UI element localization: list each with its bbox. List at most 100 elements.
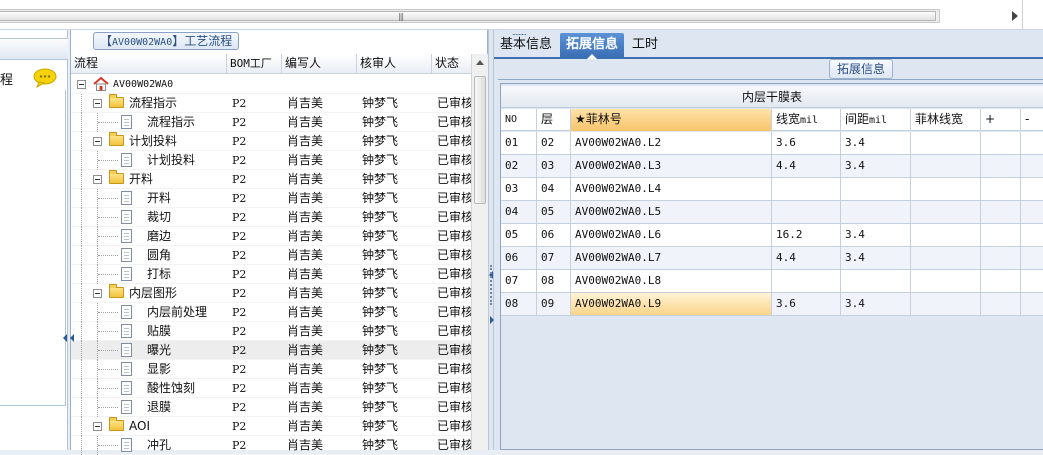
- add-cell[interactable]: [981, 132, 1021, 154]
- tree-row[interactable]: 酸性蚀刻 P2 肖吉美 钟梦飞 已审核: [71, 379, 471, 398]
- no-cell[interactable]: 01: [501, 132, 537, 154]
- spacing-cell[interactable]: 3.4: [841, 247, 911, 269]
- horizontal-scroll-thumb[interactable]: |||: [0, 11, 936, 21]
- film-no-cell[interactable]: AV00W02WA0.L2: [571, 132, 772, 154]
- add-cell[interactable]: [981, 201, 1021, 223]
- tree-row[interactable]: 开料 P2 肖吉美 钟梦飞 已审核: [71, 189, 471, 208]
- tree-row[interactable]: 流程指示 P2 肖吉美 钟梦飞 已审核: [71, 113, 471, 132]
- scroll-right-arrow-icon[interactable]: [1010, 9, 1022, 23]
- film-line-width-cell[interactable]: [911, 270, 981, 292]
- column-header-spacing[interactable]: 间距mil: [841, 109, 911, 131]
- column-header-line-width[interactable]: 线宽mil: [772, 109, 841, 131]
- add-cell[interactable]: [981, 247, 1021, 269]
- layer-cell[interactable]: 03: [537, 155, 571, 177]
- column-header-bom-plant[interactable]: BOM工厂: [227, 54, 282, 74]
- no-cell[interactable]: 05: [501, 224, 537, 246]
- film-no-cell[interactable]: AV00W02WA0.L8: [571, 270, 772, 292]
- tab-extension-info[interactable]: 拓展信息: [560, 33, 625, 59]
- collapse-toggle-icon[interactable]: [93, 422, 102, 431]
- collapse-toggle-icon[interactable]: [77, 80, 86, 89]
- line-width-cell[interactable]: 4.4: [772, 247, 841, 269]
- spacing-cell[interactable]: 3.4: [841, 155, 911, 177]
- tree-row[interactable]: 计划投料 P2 肖吉美 钟梦飞 已审核: [71, 151, 471, 170]
- film-no-cell[interactable]: AV00W02WA0.L5: [571, 201, 772, 223]
- column-header-film-line-width[interactable]: 菲林线宽: [911, 109, 981, 131]
- add-cell[interactable]: [981, 155, 1021, 177]
- line-width-cell[interactable]: 3.6: [772, 293, 841, 315]
- spacing-cell[interactable]: 3.4: [841, 132, 911, 154]
- tree-root-row[interactable]: AV00W02WA0: [71, 75, 471, 94]
- layer-cell[interactable]: 02: [537, 132, 571, 154]
- grid-row[interactable]: 04 05 AV00W02WA0.L5: [501, 201, 1043, 224]
- line-width-cell[interactable]: 16.2: [772, 224, 841, 246]
- tree-row[interactable]: 裁切 P2 肖吉美 钟梦飞 已审核: [71, 208, 471, 227]
- layer-cell[interactable]: 07: [537, 247, 571, 269]
- tree-row[interactable]: 贴膜 P2 肖吉美 钟梦飞 已审核: [71, 322, 471, 341]
- tree-row[interactable]: 磨边 P2 肖吉美 钟梦飞 已审核: [71, 227, 471, 246]
- tree-row[interactable]: 开料 P2 肖吉美 钟梦飞 已审核: [71, 170, 471, 189]
- add-cell[interactable]: [981, 178, 1021, 200]
- remove-cell[interactable]: [1021, 224, 1043, 246]
- remove-row-button[interactable]: -: [1021, 109, 1043, 131]
- tab-basic-info[interactable]: 基本信息: [494, 33, 558, 57]
- column-header-status[interactable]: 状态: [432, 54, 471, 74]
- remove-cell[interactable]: [1021, 178, 1043, 200]
- spacing-cell[interactable]: 3.4: [841, 293, 911, 315]
- film-line-width-cell[interactable]: [911, 293, 981, 315]
- layer-cell[interactable]: 04: [537, 178, 571, 200]
- tree-row[interactable]: 打标 P2 肖吉美 钟梦飞 已审核: [71, 265, 471, 284]
- grid-row[interactable]: 06 07 AV00W02WA0.L7 4.4 3.4: [501, 247, 1043, 270]
- layer-cell[interactable]: 05: [537, 201, 571, 223]
- line-width-cell[interactable]: 4.4: [772, 155, 841, 177]
- collapse-toggle-icon[interactable]: [93, 137, 102, 146]
- tree-row[interactable]: 计划投料 P2 肖吉美 钟梦飞 已审核: [71, 132, 471, 151]
- collapse-toggle-icon[interactable]: [93, 175, 102, 184]
- tab-work-hours[interactable]: 工时: [626, 33, 664, 57]
- tree-row[interactable]: 流程指示 P2 肖吉美 钟梦飞 已审核: [71, 94, 471, 113]
- vertical-scroll-thumb[interactable]: [474, 76, 486, 204]
- tree-row[interactable]: 曝光 P2 肖吉美 钟梦飞 已审核: [71, 341, 471, 360]
- collapse-toggle-icon[interactable]: [93, 99, 102, 108]
- film-no-cell[interactable]: AV00W02WA0.L7: [571, 247, 772, 269]
- add-row-button[interactable]: +: [981, 109, 1021, 131]
- tree-vertical-scrollbar[interactable]: [471, 54, 488, 450]
- spacing-cell[interactable]: [841, 201, 911, 223]
- film-no-cell[interactable]: AV00W02WA0.L6: [571, 224, 772, 246]
- film-no-cell[interactable]: AV00W02WA0.L3: [571, 155, 772, 177]
- line-width-cell[interactable]: [772, 270, 841, 292]
- scroll-up-arrow-icon[interactable]: [476, 60, 484, 65]
- column-header-layer[interactable]: 层: [537, 109, 571, 131]
- grid-row[interactable]: 07 08 AV00W02WA0.L8: [501, 270, 1043, 293]
- line-width-cell[interactable]: [772, 201, 841, 223]
- column-header-checker[interactable]: 核审人: [357, 54, 432, 74]
- no-cell[interactable]: 04: [501, 201, 537, 223]
- no-cell[interactable]: 08: [501, 293, 537, 315]
- remove-cell[interactable]: [1021, 270, 1043, 292]
- line-width-cell[interactable]: [772, 178, 841, 200]
- layer-cell[interactable]: 08: [537, 270, 571, 292]
- layer-cell[interactable]: 06: [537, 224, 571, 246]
- remove-cell[interactable]: [1021, 132, 1043, 154]
- film-line-width-cell[interactable]: [911, 155, 981, 177]
- column-header-no[interactable]: NO: [501, 109, 537, 131]
- film-line-width-cell[interactable]: [911, 247, 981, 269]
- film-no-cell[interactable]: AV00W02WA0.L4: [571, 178, 772, 200]
- no-cell[interactable]: 03: [501, 178, 537, 200]
- tree-row[interactable]: 冲孔 P2 肖吉美 钟梦飞 已审核: [71, 436, 471, 455]
- film-line-width-cell[interactable]: [911, 201, 981, 223]
- remove-cell[interactable]: [1021, 155, 1043, 177]
- remove-cell[interactable]: [1021, 201, 1043, 223]
- tree-row[interactable]: AOI P2 肖吉美 钟梦飞 已审核: [71, 417, 471, 436]
- grid-row[interactable]: 08 09 AV00W02WA0.L9 3.6 3.4: [501, 293, 1043, 316]
- add-cell[interactable]: [981, 293, 1021, 315]
- tree-row[interactable]: 显影 P2 肖吉美 钟梦飞 已审核: [71, 360, 471, 379]
- no-cell[interactable]: 02: [501, 155, 537, 177]
- film-no-cell[interactable]: AV00W02WA0.L9: [571, 293, 772, 315]
- grid-row[interactable]: 03 04 AV00W02WA0.L4: [501, 178, 1043, 201]
- layer-cell[interactable]: 09: [537, 293, 571, 315]
- spacing-cell[interactable]: 3.4: [841, 224, 911, 246]
- add-cell[interactable]: [981, 270, 1021, 292]
- spacing-cell[interactable]: [841, 270, 911, 292]
- chat-bubble-icon[interactable]: [33, 68, 57, 88]
- tree-row[interactable]: 内层图形 P2 肖吉美 钟梦飞 已审核: [71, 284, 471, 303]
